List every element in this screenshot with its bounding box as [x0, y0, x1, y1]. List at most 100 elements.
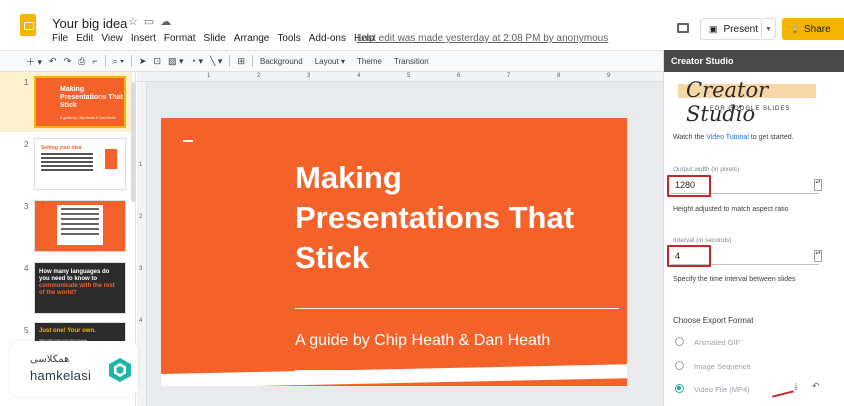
download-icon[interactable]: ⤓ [794, 381, 798, 392]
app-header: Your big idea ☆▭☁ File Edit View Insert … [0, 0, 844, 50]
slide-torn-edge [161, 364, 627, 386]
star-icon[interactable]: ☆ [128, 16, 144, 28]
panel-header: Creator Studio [664, 50, 844, 72]
menu-view[interactable]: View [101, 33, 123, 44]
slide-accent-dash [183, 140, 193, 142]
share-button[interactable]: 🔒 Share [782, 18, 844, 40]
slide-title[interactable]: Making Presentations That Stick [295, 158, 615, 278]
layout-button[interactable]: Layout ▾ [315, 57, 345, 66]
image-icon[interactable]: ▨ ▾ [168, 56, 184, 67]
refresh-icon[interactable]: ↶ [812, 381, 820, 392]
select-icon[interactable]: ➤ [139, 56, 147, 67]
thumb-text-lines [41, 153, 93, 173]
present-dropdown-icon[interactable]: ▼ [762, 18, 776, 40]
thumb-title: Making Presentations That Stick [60, 86, 124, 109]
redo-icon[interactable]: ↷ [64, 56, 72, 67]
menu-addons[interactable]: Add-ons [309, 33, 346, 44]
thumb-title-b: communicate with the rest of the world? [39, 283, 115, 296]
thumb-title-a: How many languages do you need to know t… [39, 269, 110, 282]
menu-insert[interactable]: Insert [131, 33, 156, 44]
height-note: Height adjusted to match aspect ratio [673, 206, 789, 213]
print-icon[interactable]: ⎙ [78, 56, 85, 67]
shape-icon[interactable]: ◔ ▾ [191, 56, 203, 67]
tutorial-pre: Watch the [673, 134, 707, 141]
menu-file[interactable]: File [52, 33, 68, 44]
toolbar: ＋ ▾ ↶ ↷ ⎙ ⌐ ⌕ ▾ ➤ ⊡ ▨ ▾ ◔ ▾ ╲ ▾ ⊞ Backgr… [0, 50, 663, 72]
thumb-title: Just one! Your own. [39, 328, 96, 334]
format-label[interactable]: Image Sequence [694, 362, 751, 371]
ruler-tick: 1 [207, 73, 211, 79]
current-slide[interactable]: Making Presentations That Stick A guide … [161, 118, 627, 386]
menu-edit[interactable]: Edit [76, 33, 93, 44]
comments-icon[interactable] [677, 23, 689, 33]
format-label[interactable]: Animated GIF [694, 338, 740, 347]
slide-number: 2 [24, 140, 29, 149]
present-button[interactable]: ▣ Present [700, 18, 762, 40]
slide-canvas: 1 2 3 4 5 6 7 8 9 1 2 3 4 Making Present… [137, 72, 663, 406]
filmstrip-scrollbar[interactable] [131, 82, 135, 202]
slide-thumb-3[interactable] [34, 200, 126, 252]
new-slide-icon[interactable]: ＋ ▾ [26, 55, 42, 68]
last-edit-link[interactable]: Last edit was made yesterday at 2:08 PM … [357, 33, 608, 44]
ruler-tick: 4 [139, 318, 143, 324]
slide-thumb-1[interactable]: Making Presentations That Stick A guide … [34, 76, 126, 128]
width-stepper[interactable]: ▴▾ [814, 179, 822, 191]
horizontal-ruler: 1 2 3 4 5 6 7 8 9 [137, 72, 663, 82]
layout-label: Layout [314, 56, 339, 66]
line-icon[interactable]: ╲ ▾ [210, 56, 222, 67]
menu-format[interactable]: Format [164, 33, 196, 44]
ruler-tick: 2 [139, 214, 143, 220]
share-label: Share [803, 23, 831, 35]
slide-thumb-2[interactable]: Setting your idea [34, 138, 126, 190]
ruler-tick: 3 [139, 266, 143, 272]
thumb-title: How many languages do you need to know t… [39, 269, 119, 297]
menu-bar: File Edit View Insert Format Slide Arran… [52, 33, 383, 44]
zoom-icon[interactable]: ⌕ ▾ [113, 56, 124, 67]
title-icons: ☆▭☁ [128, 15, 177, 28]
ruler-tick: 2 [257, 73, 261, 79]
toolbar-divider [229, 55, 231, 67]
undo-icon[interactable]: ↶ [49, 56, 57, 67]
watermark-fa-text: همکلاسی [30, 354, 70, 365]
hamkelasi-hex-icon [109, 358, 131, 382]
theme-button[interactable]: Theme [357, 57, 382, 66]
thumb-title: Setting your idea [41, 145, 82, 151]
cloud-icon[interactable]: ☁ [160, 16, 177, 28]
tutorial-text: Watch the Video Tutorial to get started. [673, 134, 794, 141]
background-button[interactable]: Background [260, 57, 303, 66]
slide-number: 1 [24, 78, 29, 87]
slides-logo-icon[interactable] [20, 14, 36, 36]
red-annotation-mark [772, 390, 794, 398]
slides-app: Your big idea ☆▭☁ File Edit View Insert … [0, 0, 844, 406]
radio-image-sequence[interactable] [675, 361, 684, 370]
radio-video-file[interactable] [675, 384, 684, 393]
document-title[interactable]: Your big idea [52, 16, 127, 31]
menu-tools[interactable]: Tools [277, 33, 300, 44]
interval-label: Interval (in seconds) [673, 237, 732, 244]
menu-slide[interactable]: Slide [204, 33, 226, 44]
folder-icon[interactable]: ▭ [144, 16, 160, 28]
textbox-icon[interactable]: ⊡ [153, 56, 161, 67]
comment-add-icon[interactable]: ⊞ [237, 56, 245, 67]
slide-number: 4 [24, 264, 29, 273]
width-label: Output width (in pixels) [673, 166, 740, 173]
paint-format-icon[interactable]: ⌐ [92, 56, 97, 66]
transition-button[interactable]: Transition [394, 57, 429, 66]
ruler-tick: 1 [139, 162, 143, 168]
vertical-ruler: 1 2 3 4 [137, 82, 147, 406]
video-tutorial-link[interactable]: Video Tutorial [706, 134, 749, 141]
thumb-book-image [105, 149, 117, 169]
radio-animated-gif[interactable] [675, 337, 684, 346]
toolbar-divider [104, 55, 106, 67]
watermark-en-text: hamkelasi [30, 368, 92, 383]
hamkelasi-watermark: همکلاسی hamkelasi [10, 341, 138, 397]
menu-arrange[interactable]: Arrange [234, 33, 270, 44]
slide-number: 5 [24, 326, 29, 335]
slide-thumb-4[interactable]: How many languages do you need to know t… [34, 262, 126, 314]
toolbar-divider [252, 55, 253, 67]
format-label[interactable]: Video File (MP4) [694, 385, 750, 394]
interval-stepper[interactable]: ▴▾ [814, 250, 822, 262]
slide-number: 3 [24, 202, 29, 211]
thumb-card [57, 205, 103, 245]
slide-subtitle[interactable]: A guide by Chip Heath & Dan Heath [295, 332, 550, 350]
